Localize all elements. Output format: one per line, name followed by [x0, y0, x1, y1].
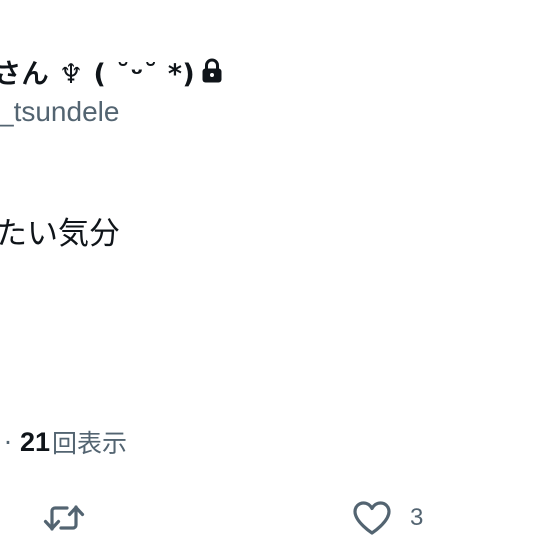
view-count[interactable]: 21 — [20, 427, 50, 458]
meta-separator: · — [4, 427, 12, 457]
tweet-meta: · 21 回表示 — [4, 422, 127, 462]
tweet-action-bar: 3 — [0, 490, 560, 546]
like-button[interactable]: 3 — [352, 490, 423, 546]
lock-icon — [201, 58, 223, 84]
tweet-text: たい気分 — [0, 216, 120, 252]
view-label: 回表示 — [52, 429, 128, 458]
retweet-button[interactable] — [42, 490, 86, 546]
user-handle[interactable]: _tsundele — [0, 96, 119, 128]
like-count: 3 — [410, 504, 424, 531]
user-name-row[interactable]: さん ♆ ( ˘ᵕ˘ *) — [0, 46, 223, 96]
retweet-icon — [42, 500, 86, 536]
heart-icon — [352, 500, 392, 536]
display-name[interactable]: さん ♆ ( ˘ᵕ˘ *) — [0, 52, 195, 91]
